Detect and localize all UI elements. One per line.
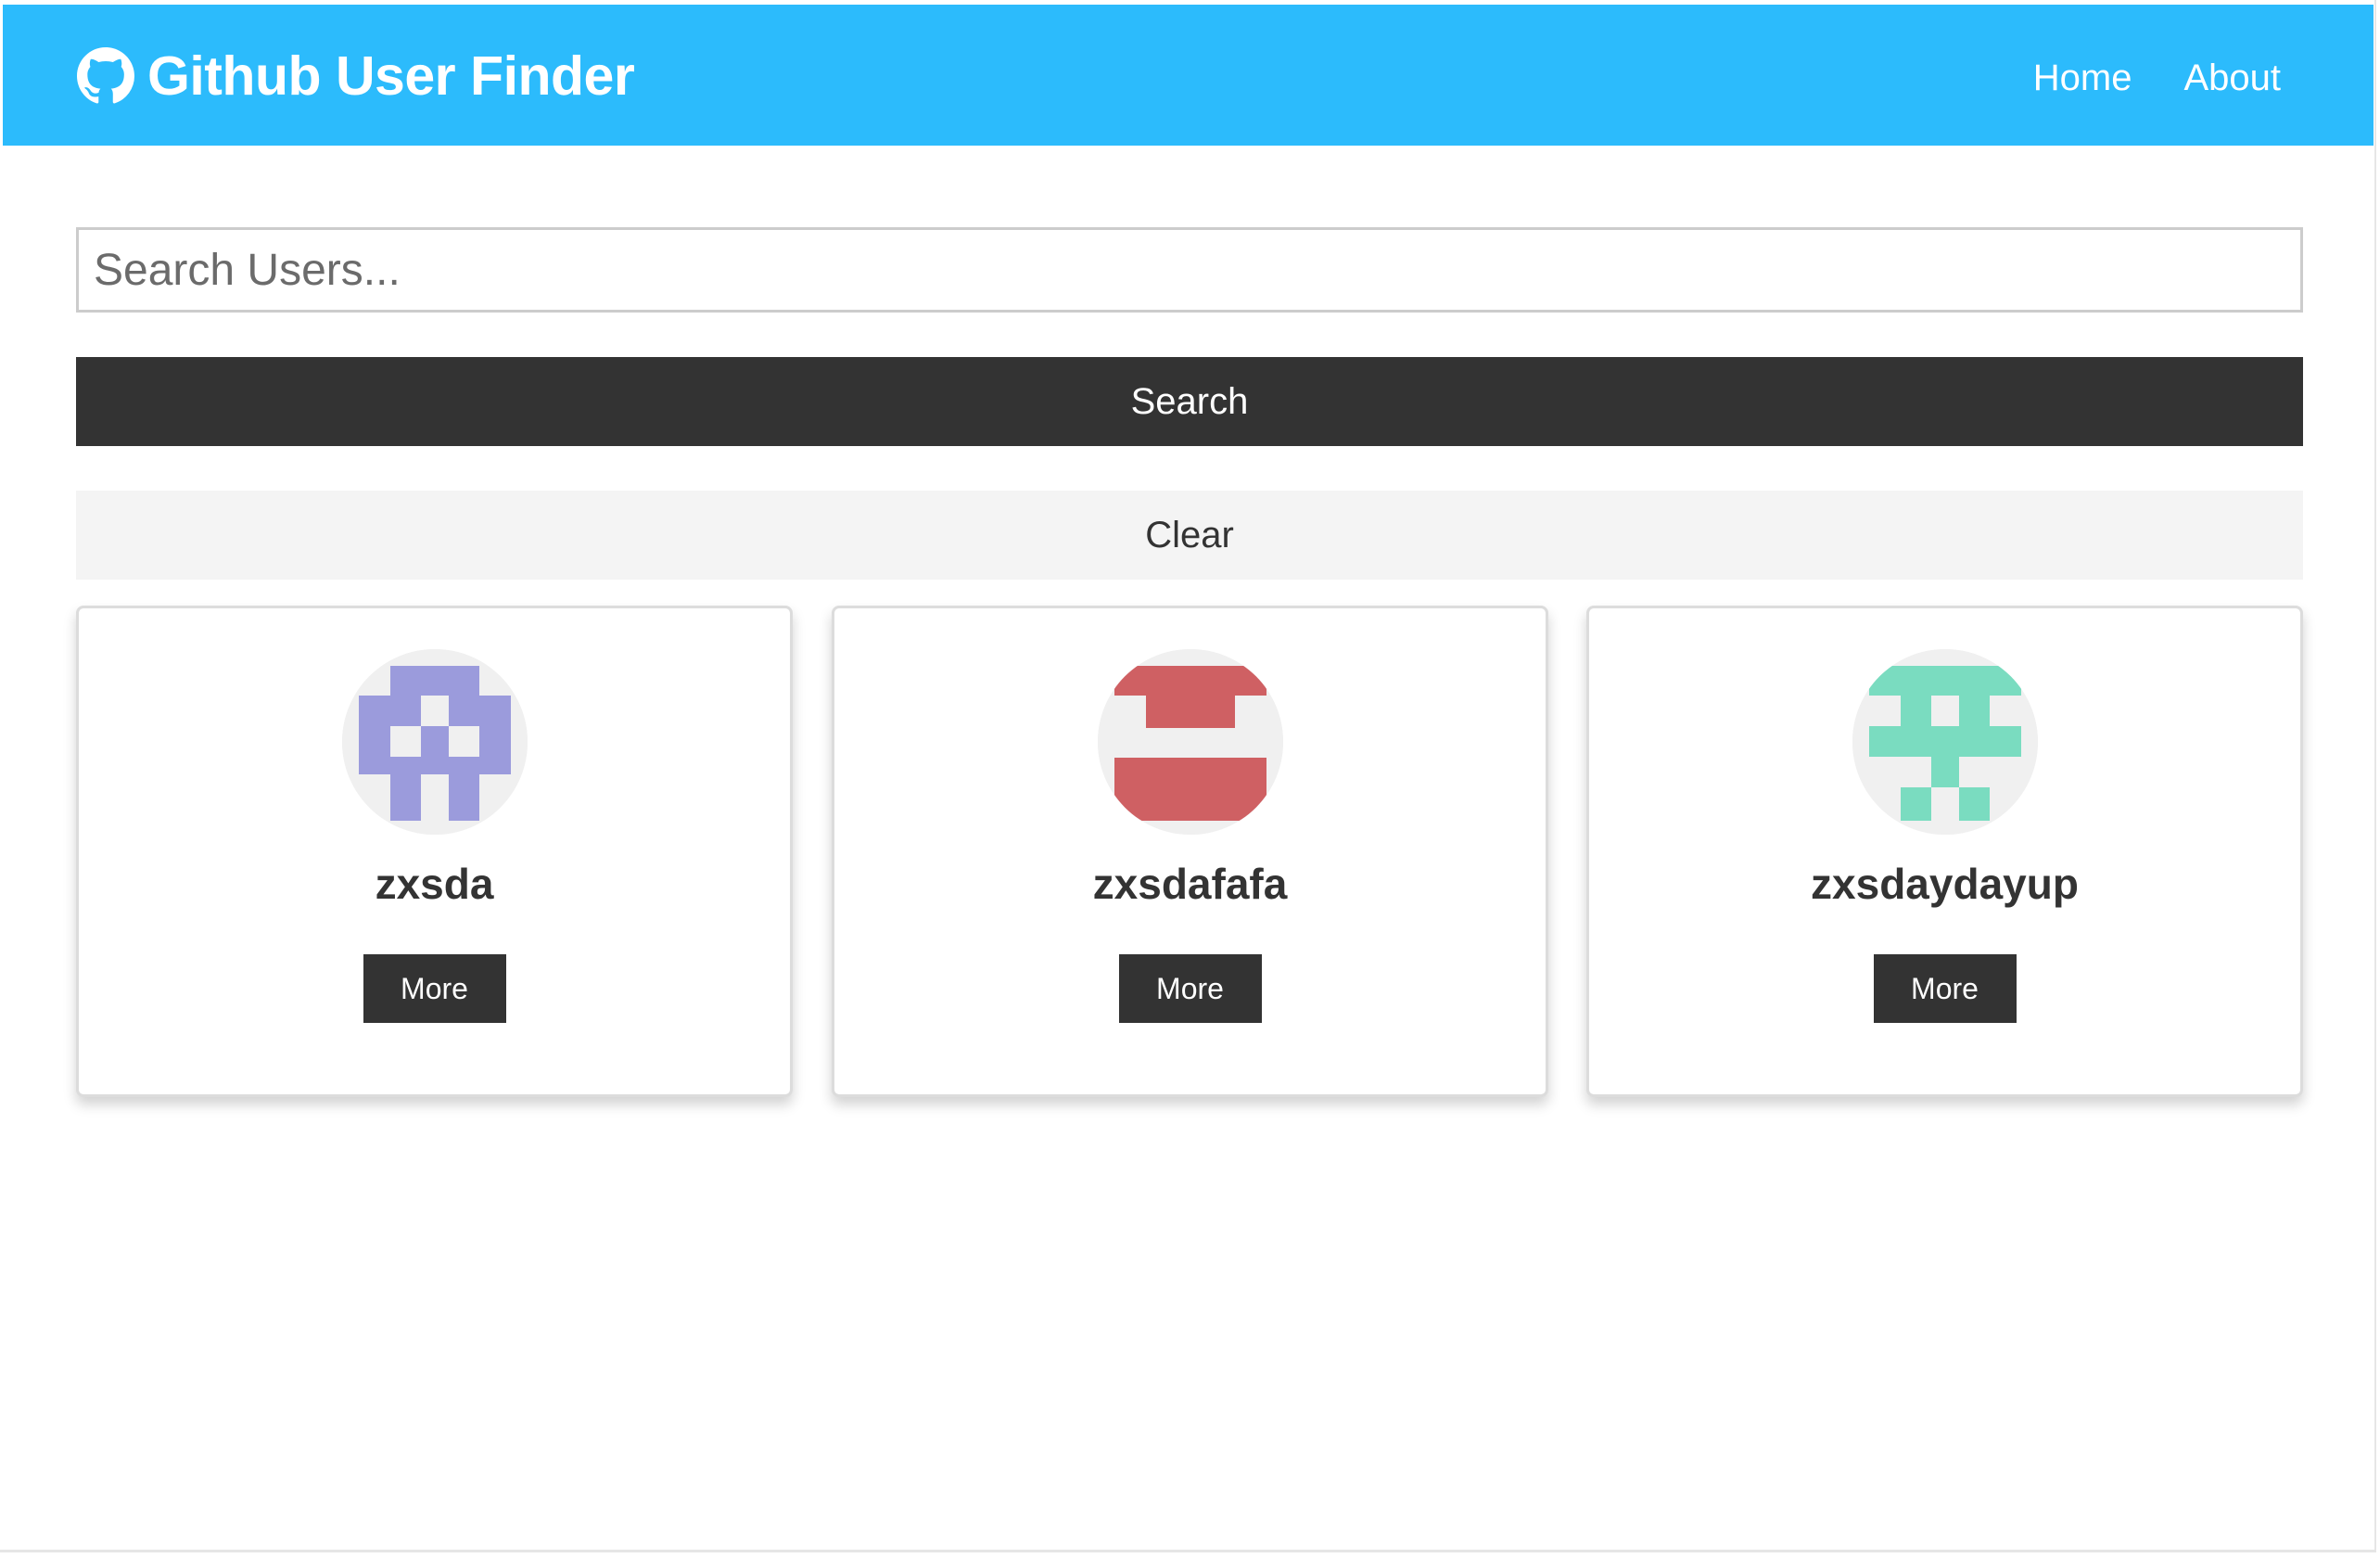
search-button[interactable]: Search: [76, 357, 2303, 446]
app-window: Github User Finder Home About Search Cle…: [0, 0, 2376, 1552]
username: zxsdaydayup: [1811, 860, 2079, 908]
more-button[interactable]: More: [1873, 954, 2017, 1023]
avatar: [1097, 649, 1283, 835]
github-icon: [77, 47, 134, 105]
nav-link-home[interactable]: Home: [2033, 56, 2132, 100]
user-card: zxsda More: [76, 606, 793, 1097]
search-input[interactable]: [76, 227, 2303, 313]
avatar: [341, 649, 528, 835]
navbar: Github User Finder Home About: [3, 5, 2374, 146]
avatar: [1852, 649, 2038, 835]
username: zxsda: [375, 860, 494, 908]
more-button[interactable]: More: [363, 954, 506, 1023]
user-card: zxsdaydayup More: [1586, 606, 2303, 1097]
username: zxsdafafa: [1092, 860, 1288, 908]
nav-links: Home About: [1981, 56, 2281, 100]
more-button[interactable]: More: [1118, 954, 1262, 1023]
nav-link-about[interactable]: About: [2183, 56, 2281, 100]
user-card: zxsdafafa More: [832, 606, 1548, 1097]
user-results-grid: zxsda More zxsdafafa More zxsdaydayup Mo…: [76, 606, 2303, 1097]
clear-button[interactable]: Clear: [76, 491, 2303, 580]
brand[interactable]: Github User Finder: [77, 42, 635, 110]
app-title: Github User Finder: [147, 45, 635, 107]
